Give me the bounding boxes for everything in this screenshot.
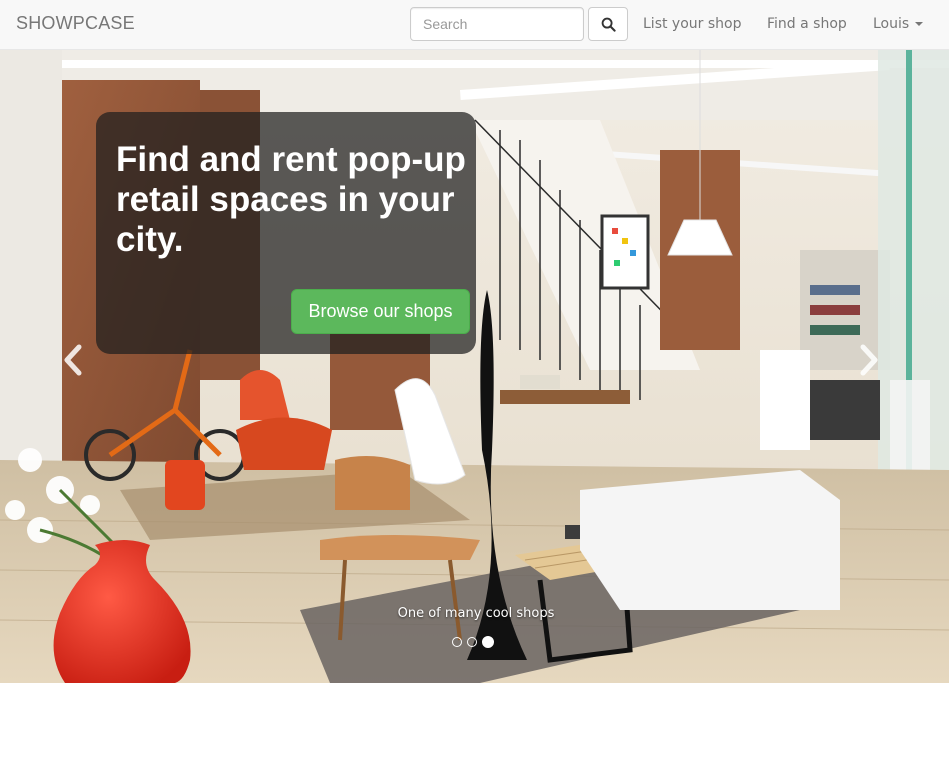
nav-link-list-your-shop[interactable]: List your shop: [643, 16, 741, 32]
search-icon: [601, 17, 616, 32]
carousel-indicator[interactable]: [467, 637, 477, 647]
carousel-caption: One of many cool shops: [397, 606, 555, 621]
hero-title: Find and rent pop-up retail spaces in yo…: [116, 140, 466, 259]
carousel-indicator-active[interactable]: [482, 636, 494, 648]
carousel-indicator[interactable]: [452, 637, 462, 647]
carousel-prev-control[interactable]: [58, 340, 88, 380]
carousel-next-control[interactable]: [854, 340, 884, 380]
carousel-indicators: [452, 636, 494, 648]
chevron-left-icon: [64, 344, 82, 376]
navbar: SHOWPCASE List your shop Find a shop Lou…: [0, 0, 949, 50]
search-button[interactable]: [588, 7, 628, 41]
hero-carousel: Find and rent pop-up retail spaces in yo…: [0, 50, 949, 683]
hero-panel: Find and rent pop-up retail spaces in yo…: [96, 112, 476, 354]
user-menu-dropdown[interactable]: Louis: [873, 16, 924, 32]
user-menu-label: Louis: [873, 16, 910, 32]
caret-down-icon: [915, 22, 924, 26]
browse-shops-button[interactable]: Browse our shops: [291, 289, 470, 334]
chevron-right-icon: [860, 344, 878, 376]
nav-link-find-a-shop[interactable]: Find a shop: [767, 16, 847, 32]
brand-logo[interactable]: SHOWPCASE: [16, 13, 135, 34]
search-input[interactable]: [410, 7, 584, 41]
